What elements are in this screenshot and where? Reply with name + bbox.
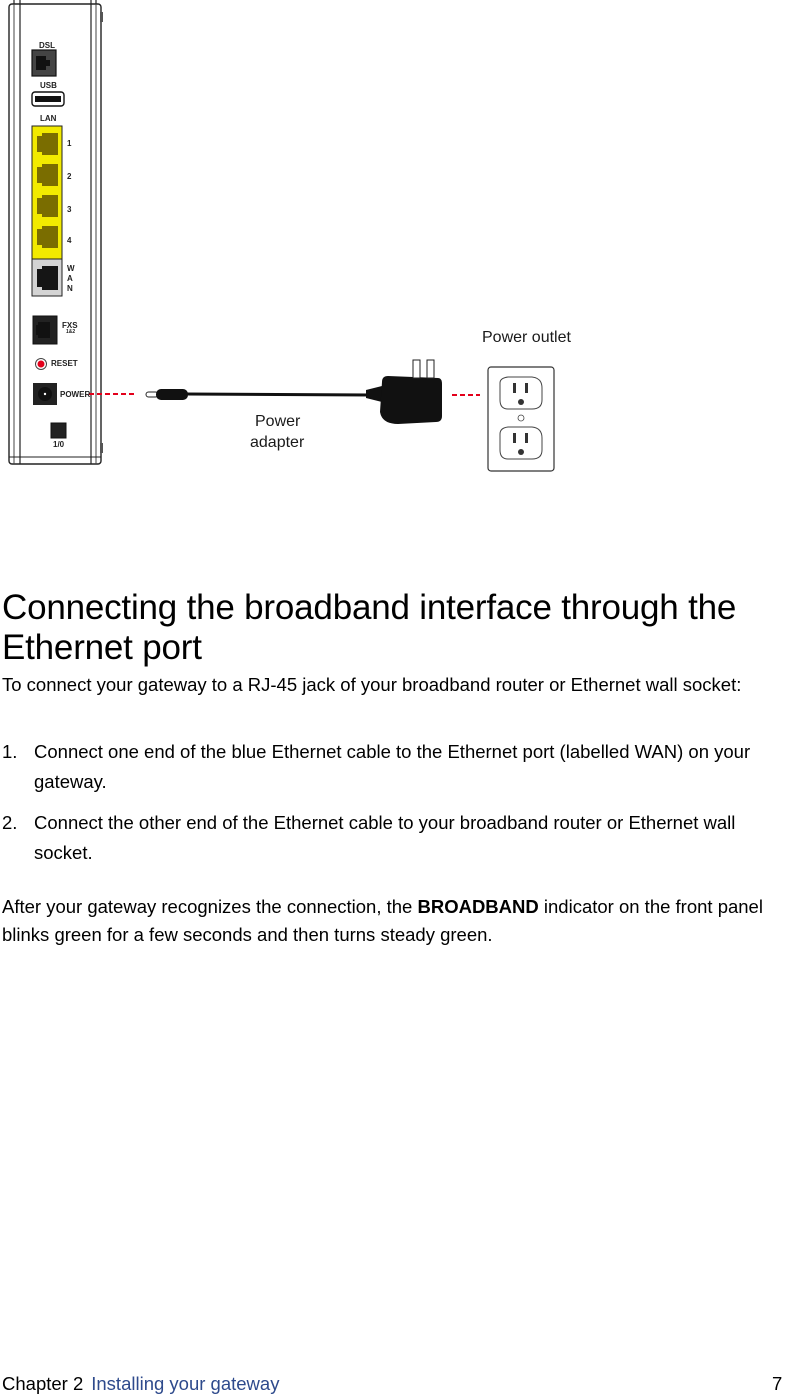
- power-adapter-label-line2: adapter: [250, 434, 305, 451]
- wan-label-a: A: [67, 274, 73, 283]
- lan-ports: [31, 125, 63, 260]
- power-switch-label: 1/0: [53, 440, 65, 449]
- power-switch: [50, 422, 67, 439]
- dsl-port: [31, 49, 57, 77]
- diagram-graphics: [8, 0, 555, 472]
- usb-label: USB: [40, 81, 57, 90]
- dsl-label: DSL: [39, 41, 55, 50]
- step-number: 2.: [2, 812, 18, 833]
- power-label: POWER: [60, 390, 91, 399]
- broadband-indicator-name: BROADBAND: [417, 896, 539, 917]
- lan-port-4-label: 4: [67, 236, 72, 245]
- power-outlet-label: Power outlet: [482, 329, 571, 346]
- intro-paragraph: To connect your gateway to a RJ-45 jack …: [2, 674, 742, 695]
- wan-label-n: N: [67, 284, 73, 293]
- page-footer: Chapter 2 Installing your gateway: [2, 1372, 279, 1396]
- power-jack: [33, 383, 57, 405]
- power-outlet: [487, 366, 555, 472]
- footer-chapter: Chapter 2: [2, 1373, 84, 1394]
- fxs-sub-label: 1&2: [66, 329, 76, 335]
- fxs-port: [32, 315, 58, 345]
- usb-port: [31, 91, 65, 107]
- step-text: Connect the other end of the Ethernet ca…: [34, 812, 736, 863]
- power-adapter-label-line1: Power: [255, 413, 301, 430]
- page-number: 7: [772, 1373, 783, 1394]
- connection-diagram: DSL USB LAN 1 2 3 4 W A N FXS 1&2 RESET …: [0, 0, 786, 480]
- footer-chapter-title: Installing your gateway: [91, 1373, 280, 1394]
- lan-port-3-label: 3: [67, 205, 72, 214]
- result-paragraph: After your gateway recognizes the connec…: [2, 893, 782, 949]
- reset-button-graphic: [35, 358, 47, 370]
- result-text-prefix: After your gateway recognizes the connec…: [2, 896, 418, 917]
- section-title: Connecting the broadband interface throu…: [2, 588, 737, 667]
- lan-label: LAN: [40, 114, 57, 123]
- step-number: 1.: [2, 741, 18, 762]
- step-text: Connect one end of the blue Ethernet cab…: [34, 741, 751, 792]
- reset-label: RESET: [51, 359, 78, 368]
- lan-port-1-label: 1: [67, 139, 72, 148]
- wan-port: [31, 258, 63, 297]
- lan-port-2-label: 2: [67, 172, 72, 181]
- wan-label-w: W: [67, 264, 75, 273]
